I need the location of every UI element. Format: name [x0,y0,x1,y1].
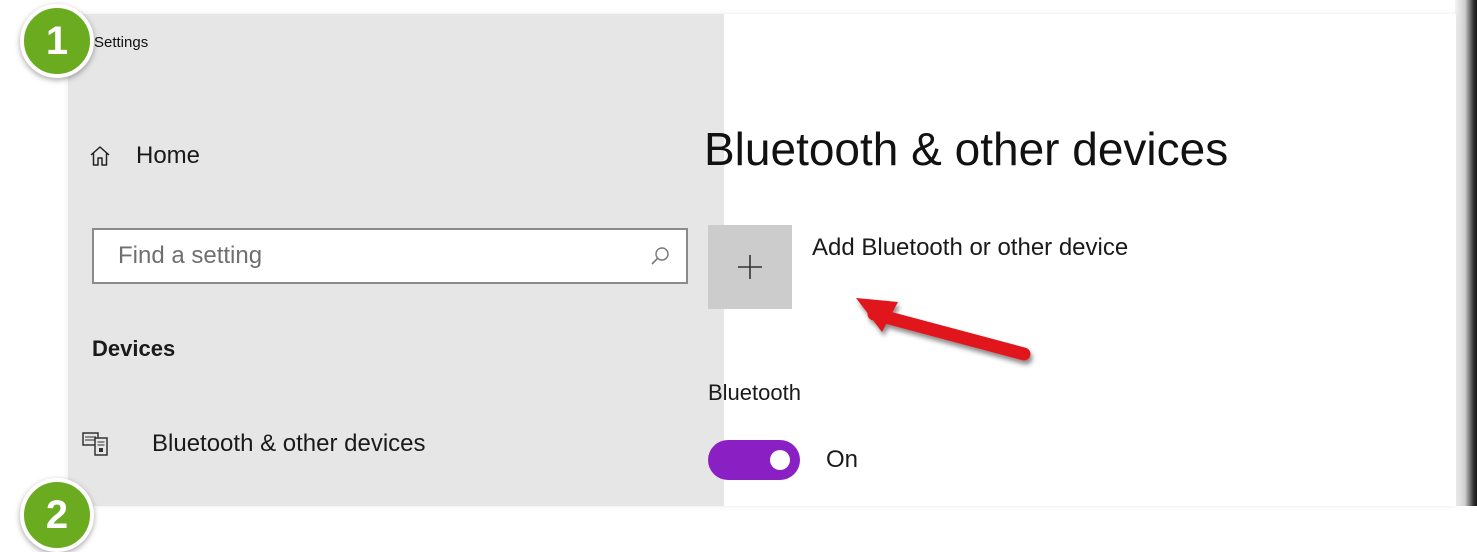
bluetooth-toggle[interactable] [708,440,800,480]
sidebar-item-label: Home [136,142,201,169]
section-heading: Devices [92,336,176,361]
add-device-label[interactable]: Add Bluetooth or other device [812,234,1128,262]
bluetooth-label: Bluetooth [708,380,801,405]
toggle-state-label: On [826,446,859,473]
plus-icon [738,255,762,279]
sidebar-item-label: Bluetooth & other devices [152,430,426,457]
red-arrow-annotation [856,298,1031,361]
search-field[interactable] [92,228,688,284]
sidebar-item-home[interactable]: Home [88,142,200,170]
home-icon [90,146,110,166]
app-title: Settings [94,34,149,51]
step-badge-1: 1 [20,4,94,78]
search-input[interactable] [116,241,620,271]
sidebar: Settings Home Devices [68,14,724,506]
frame-shadow [1455,0,1477,506]
bluetooth-devices-icon [82,432,108,456]
search-icon[interactable] [648,244,672,268]
page-title: Bluetooth & other devices [704,123,1229,175]
step-badge-2: 2 [20,478,94,552]
toggle-knob [770,450,790,470]
sidebar-item-bluetooth[interactable]: Bluetooth & other devices [82,430,426,458]
